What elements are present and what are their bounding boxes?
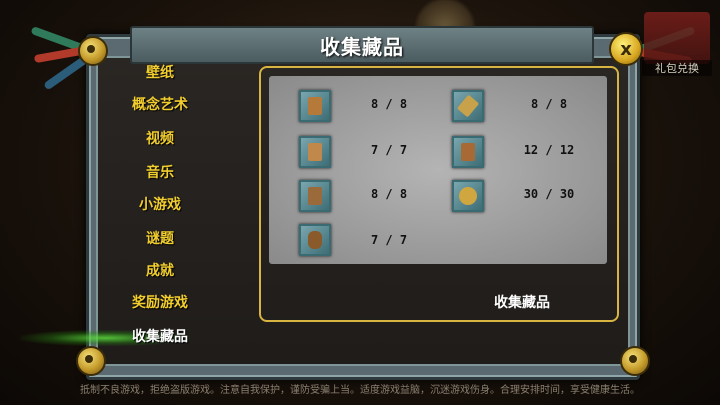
stone-tablet-icon[interactable] <box>452 136 484 168</box>
sidebar-item-bonus-game[interactable]: 奖励游戏 <box>80 292 240 312</box>
content-footer-title: 收集藏品 <box>494 295 550 311</box>
close-button[interactable]: x <box>609 32 643 66</box>
sidebar-item-concept-art[interactable]: 概念艺术 <box>80 94 240 114</box>
temple-icon[interactable] <box>299 136 331 168</box>
collectible-count: 7 / 7 <box>370 233 408 247</box>
sidebar-item-mini-games[interactable]: 小游戏 <box>80 194 240 214</box>
gift-redeem-label[interactable]: 礼包兑换 <box>642 60 712 76</box>
sidebar-item-puzzles[interactable]: 谜题 <box>80 228 240 248</box>
close-icon: x <box>620 38 632 60</box>
sidebar-item-video[interactable]: 视频 <box>80 128 240 148</box>
health-notice: 抵制不良游戏，拒绝盗版游戏。注意自我保护，谨防受骗上当。适度游戏益脑，沉迷游戏伤… <box>80 385 640 396</box>
mask-icon[interactable] <box>299 90 331 122</box>
collectible-count: 8 / 8 <box>370 97 408 111</box>
collectible-count: 8 / 8 <box>370 187 408 201</box>
medallion-bottom-right <box>620 346 650 376</box>
sidebar: 壁纸 概念艺术 视频 音乐 小游戏 谜题 成就 奖励游戏 收集藏品 <box>100 58 260 358</box>
sidebar-item-achievements[interactable]: 成就 <box>80 260 240 280</box>
urn-icon[interactable] <box>299 224 331 256</box>
sidebar-item-wallpaper[interactable]: 壁纸 <box>80 62 240 82</box>
collectible-count: 7 / 7 <box>370 143 408 157</box>
collectible-count: 30 / 30 <box>523 187 575 201</box>
scroll-icon[interactable] <box>452 90 484 122</box>
idol-icon[interactable] <box>299 180 331 212</box>
sidebar-item-collectibles[interactable]: 收集藏品 <box>80 326 240 346</box>
sidebar-item-music[interactable]: 音乐 <box>80 162 240 182</box>
gift-box-icon[interactable] <box>644 12 710 64</box>
background-ornament <box>410 0 480 28</box>
collectible-count: 8 / 8 <box>530 97 568 111</box>
collectible-count: 12 / 12 <box>523 143 575 157</box>
sun-disc-icon[interactable] <box>452 180 484 212</box>
